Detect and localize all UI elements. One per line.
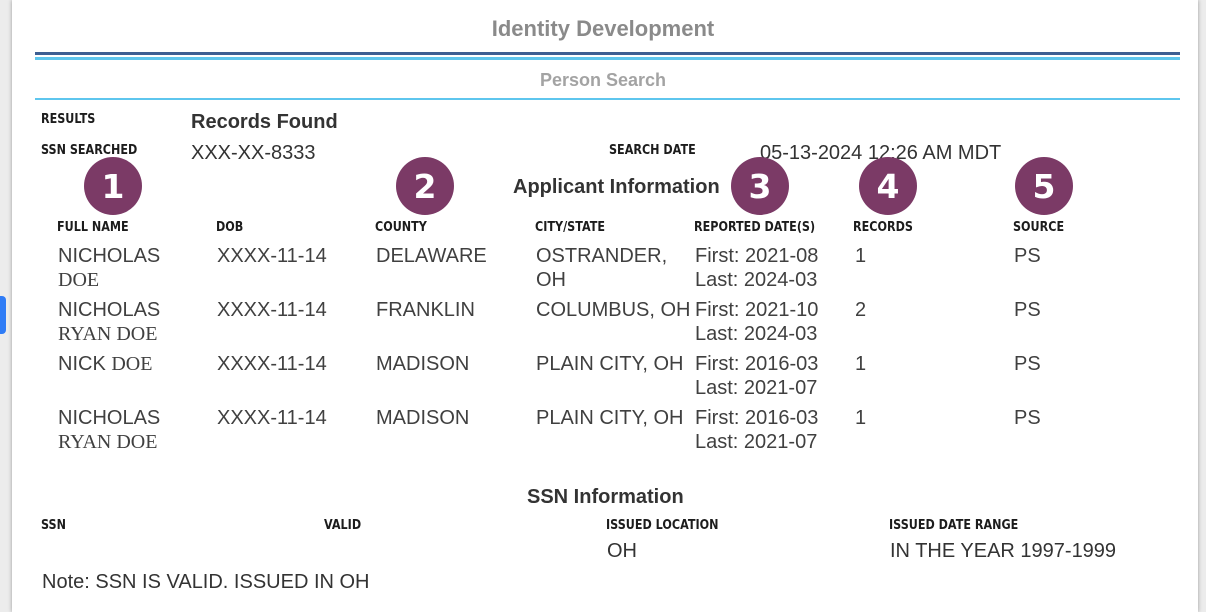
col-ssn: SSN <box>41 518 66 533</box>
col-records: RECORDS <box>853 220 913 235</box>
records-found-heading: Records Found <box>191 111 338 133</box>
header-divider-light <box>35 57 1180 60</box>
table-row-3-source: PS <box>1014 353 1041 375</box>
table-row-4-dates: First: 2016-03 Last: 2021-07 <box>695 407 819 453</box>
side-tab[interactable] <box>0 296 6 334</box>
table-row-2-name: NICHOLAS RYAN DOE <box>58 299 161 345</box>
ssn-searched-label: SSN SEARCHED <box>41 143 138 158</box>
header-divider-dark <box>35 52 1180 55</box>
search-date-label: SEARCH DATE <box>609 143 696 158</box>
col-dob: DOB <box>216 220 244 235</box>
ssn-searched-value: XXX-XX-8333 <box>191 142 316 164</box>
results-label: RESULTS <box>41 112 96 127</box>
table-row-4-records: 1 <box>855 407 867 429</box>
table-row-4-county: MADISON <box>376 407 470 429</box>
table-row-3-county: MADISON <box>376 353 470 375</box>
table-row-4-city: PLAIN CITY, OH <box>536 407 684 429</box>
table-row-2-county: FRANKLIN <box>376 299 475 321</box>
table-row-3-dob: XXXX-11-14 <box>217 353 327 375</box>
subtitle-divider <box>35 98 1180 100</box>
col-full-name: FULL NAME <box>57 220 129 235</box>
badge-2: 2 <box>396 157 454 215</box>
table-row-1-dob: XXXX-11-14 <box>217 245 327 267</box>
col-reported-dates: REPORTED DATE(S) <box>694 220 816 235</box>
table-row-2-dob: XXXX-11-14 <box>217 299 327 321</box>
table-row-2-city: COLUMBUS, OH <box>536 299 691 321</box>
table-row-3-records: 1 <box>855 353 867 375</box>
table-row-1-city: OSTRANDER, OH <box>536 245 668 291</box>
table-row-1-dates: First: 2021-08 Last: 2024-03 <box>695 245 819 291</box>
table-row-1-records: 1 <box>855 245 867 267</box>
issued-location-value: OH <box>607 540 637 562</box>
applicant-info-heading: Applicant Information <box>513 176 720 198</box>
col-issued-location: ISSUED LOCATION <box>606 518 719 533</box>
ssn-info-heading: SSN Information <box>527 486 684 508</box>
table-row-4-name: NICHOLAS RYAN DOE <box>58 407 161 453</box>
table-row-1-source: PS <box>1014 245 1041 267</box>
page-title: Identity Development <box>491 16 715 41</box>
col-city-state: CITY/STATE <box>535 220 606 235</box>
col-valid: VALID <box>324 518 362 533</box>
badge-1: 1 <box>84 157 142 215</box>
table-row-2-dates: First: 2021-10 Last: 2024-03 <box>695 299 819 345</box>
col-issued-date-range: ISSUED DATE RANGE <box>889 518 1019 533</box>
badge-4: 4 <box>859 157 917 215</box>
ssn-note: Note: SSN IS VALID. ISSUED IN OH <box>42 571 370 593</box>
badge-3: 3 <box>731 157 789 215</box>
table-row-1-county: DELAWARE <box>376 245 487 267</box>
table-row-3-city: PLAIN CITY, OH <box>536 353 684 375</box>
table-row-2-records: 2 <box>855 299 867 321</box>
table-row-1-name: NICHOLAS DOE <box>58 245 161 291</box>
table-row-3-dates: First: 2016-03 Last: 2021-07 <box>695 353 819 399</box>
issued-date-range-value: IN THE YEAR 1997-1999 <box>890 540 1117 562</box>
table-row-2-source: PS <box>1014 299 1041 321</box>
table-row-4-dob: XXXX-11-14 <box>217 407 327 429</box>
col-source: SOURCE <box>1013 220 1065 235</box>
col-county: COUNTY <box>375 220 427 235</box>
page-subtitle: Person Search <box>539 70 667 90</box>
table-row-3-name: NICK DOE <box>58 353 153 375</box>
badge-5: 5 <box>1015 157 1073 215</box>
table-row-4-source: PS <box>1014 407 1041 429</box>
